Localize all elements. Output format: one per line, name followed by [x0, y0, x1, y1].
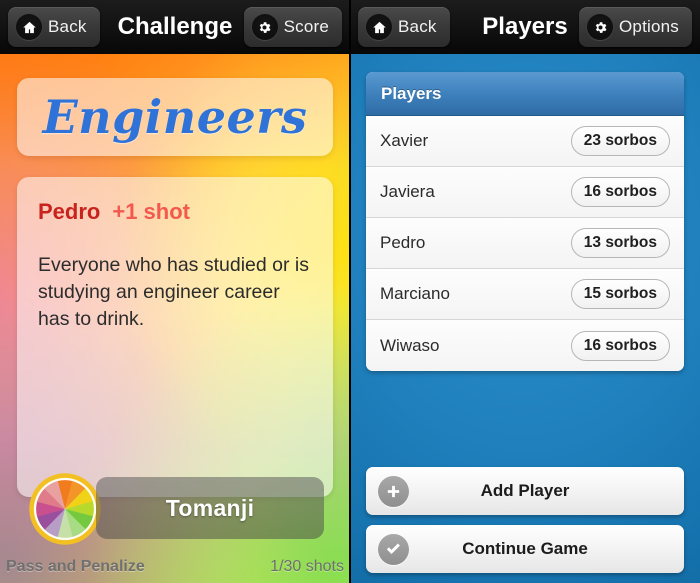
players-list-header-label: Players [381, 83, 442, 103]
gear-icon [587, 14, 613, 40]
player-score-badge: 23 sorbos [570, 126, 670, 156]
tomanji-button[interactable]: Tomanji [96, 477, 324, 539]
challenge-topbar: Back Challenge Score [0, 0, 350, 54]
player-score-badge: 16 sorbos [570, 177, 670, 207]
table-row[interactable]: Wiwaso 16 sorbos [366, 320, 684, 371]
table-row[interactable]: Pedro 13 sorbos [366, 218, 684, 269]
game-mode-label: Pass and Penalize [6, 558, 145, 575]
plus-circle-icon [378, 475, 409, 507]
gear-icon [251, 14, 278, 40]
challenge-player-name: Pedro [38, 199, 101, 224]
add-player-label: Add Player [480, 481, 570, 500]
challenge-player-line: Pedro +1 shot [38, 199, 312, 225]
challenge-title-card: Engineers [17, 78, 333, 156]
player-score-badge: 13 sorbos [570, 228, 670, 258]
player-score-badge: 16 sorbos [570, 330, 670, 361]
players-stage: Players Xavier 23 sorbos Javiera 16 sorb… [350, 54, 700, 583]
player-name: Wiwaso [380, 335, 440, 355]
citrus-wheel-icon [29, 473, 101, 545]
score-button[interactable]: Score [243, 7, 342, 47]
player-name: Xavier [380, 131, 429, 150]
challenge-footer: Pass and Penalize 1/30 shots [0, 551, 350, 583]
add-player-button[interactable]: Add Player [366, 467, 684, 515]
score-button-label: Score [283, 17, 329, 36]
back-button-label: Back [398, 17, 437, 36]
back-button-label: Back [48, 17, 87, 36]
home-icon [16, 14, 42, 40]
shots-counter: 1/30 shots [270, 558, 344, 575]
table-row[interactable]: Marciano 15 sorbos [366, 269, 684, 320]
back-button-challenge[interactable]: Back [8, 7, 100, 47]
challenge-panel: Back Challenge Score Engineers Pedro +1 … [0, 0, 350, 583]
players-panel: Back Players Options Players Xavier 23 s… [350, 0, 700, 583]
challenge-description-text: Everyone who has studied or is studying … [38, 254, 309, 330]
continue-game-button[interactable]: Continue Game [366, 525, 684, 573]
tomanji-button-label: Tomanji [165, 494, 255, 521]
home-icon [366, 14, 392, 40]
players-list-card: Players Xavier 23 sorbos Javiera 16 sorb… [366, 72, 684, 371]
player-name: Pedro [380, 233, 426, 252]
players-topbar: Back Players Options [350, 0, 700, 54]
continue-game-label: Continue Game [462, 539, 588, 558]
table-row[interactable]: Javiera 16 sorbos [366, 167, 684, 218]
challenge-card-title: Engineers [42, 90, 308, 144]
challenge-description-card: Pedro +1 shot Everyone who has studied o… [17, 177, 333, 497]
back-button-players[interactable]: Back [358, 7, 450, 47]
players-list-header: Players [366, 72, 684, 116]
options-button-label: Options [619, 17, 679, 36]
player-name: Javiera [380, 182, 435, 201]
brand-row: Tomanji [0, 471, 350, 547]
check-circle-icon [378, 533, 409, 565]
challenge-stage: Engineers Pedro +1 shot Everyone who has… [0, 54, 350, 583]
challenge-penalty: +1 shot [112, 199, 190, 224]
app-root: Back Challenge Score Engineers Pedro +1 … [0, 0, 700, 583]
table-row[interactable]: Xavier 23 sorbos [366, 116, 684, 167]
player-name: Marciano [380, 284, 450, 303]
options-button[interactable]: Options [579, 7, 692, 47]
panel-divider [349, 0, 351, 583]
player-score-badge: 15 sorbos [570, 279, 670, 309]
